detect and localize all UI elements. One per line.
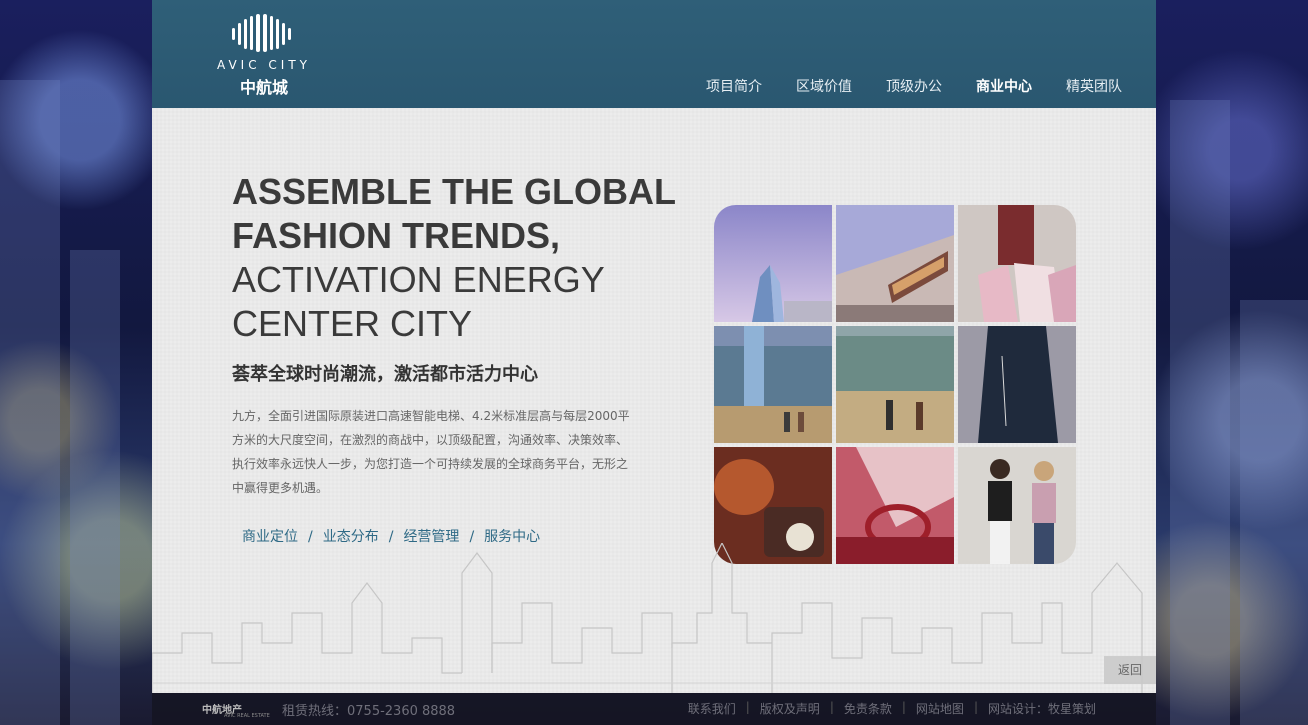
headline-line-3: ACTIVATION ENERGY (232, 259, 605, 300)
nav-item-top-office[interactable]: 顶级办公 (886, 76, 942, 96)
avic-city-logo[interactable]: AVIC CITY 中航城 (204, 14, 324, 97)
photo-tile-plaza-left (714, 326, 832, 443)
hero-description: 九方，全面引进国际原装进口高速智能电梯、4.2米标准层高与每层2000平方米的大… (232, 409, 630, 495)
photo-collage (714, 205, 1076, 564)
hero-headline: ASSEMBLE THE GLOBAL FASHION TRENDS, ACTI… (232, 170, 712, 346)
footer-separator: | (829, 700, 834, 714)
logo-text-en: AVIC CITY (217, 58, 311, 72)
main-nav: 项目简介 区域价值 顶级办公 商业中心 精英团队 (706, 76, 1156, 96)
logo-bars-icon (232, 14, 291, 52)
footer: 中航地产 AVIC REAL ESTATE 租赁热线：0755-2360 888… (152, 693, 1156, 725)
footer-separator: | (745, 700, 750, 714)
photo-tile-billboard-building (836, 205, 954, 322)
headline-line-4: CENTER CITY (232, 303, 473, 344)
logo-text-cn: 中航城 (239, 78, 288, 97)
photo-tile-sky-tower (714, 205, 832, 322)
hero-subtitle: 荟萃全球时尚潮流，激活都市活力中心 (232, 364, 538, 385)
footer-link-design-credit[interactable]: 网站设计：牧星策划 (988, 700, 1096, 717)
footer-link-disclaimer[interactable]: 免责条款 (844, 700, 892, 717)
main-panel: AVIC CITY 中航城 项目简介 区域价值 顶级办公 商业中心 精英团队 A… (152, 0, 1156, 693)
footer-separator: | (901, 700, 906, 714)
nav-item-commercial-center[interactable]: 商业中心 (976, 76, 1032, 96)
footer-logo-sub: AVIC REAL ESTATE (224, 713, 270, 719)
nav-item-regional-value[interactable]: 区域价值 (796, 76, 852, 96)
photo-tile-shopping-bags (958, 205, 1076, 322)
header: AVIC CITY 中航城 项目简介 区域价值 顶级办公 商业中心 精英团队 (152, 0, 1156, 108)
footer-link-sitemap[interactable]: 网站地图 (916, 700, 964, 717)
footer-link-copyright[interactable]: 版权及声明 (760, 700, 820, 717)
back-button[interactable]: 返回 (1104, 656, 1156, 684)
footer-link-contact[interactable]: 联系我们 (688, 700, 736, 717)
footer-hotline: 租赁热线：0755-2360 8888 (282, 704, 456, 719)
headline-line-2: FASHION TRENDS, (232, 215, 561, 256)
photo-tile-plaza-right (836, 326, 954, 443)
photo-tile-dress (958, 326, 1076, 443)
footer-links: 联系我们 | 版权及声明 | 免责条款 | 网站地图 | 网站设计：牧星策划 (688, 700, 1096, 717)
nav-item-project-intro[interactable]: 项目简介 (706, 76, 762, 96)
headline-line-1: ASSEMBLE THE GLOBAL (232, 171, 677, 212)
footer-separator: | (973, 700, 978, 714)
skyline-outline-illustration (152, 543, 1156, 693)
nav-item-elite-team[interactable]: 精英团队 (1066, 76, 1122, 96)
